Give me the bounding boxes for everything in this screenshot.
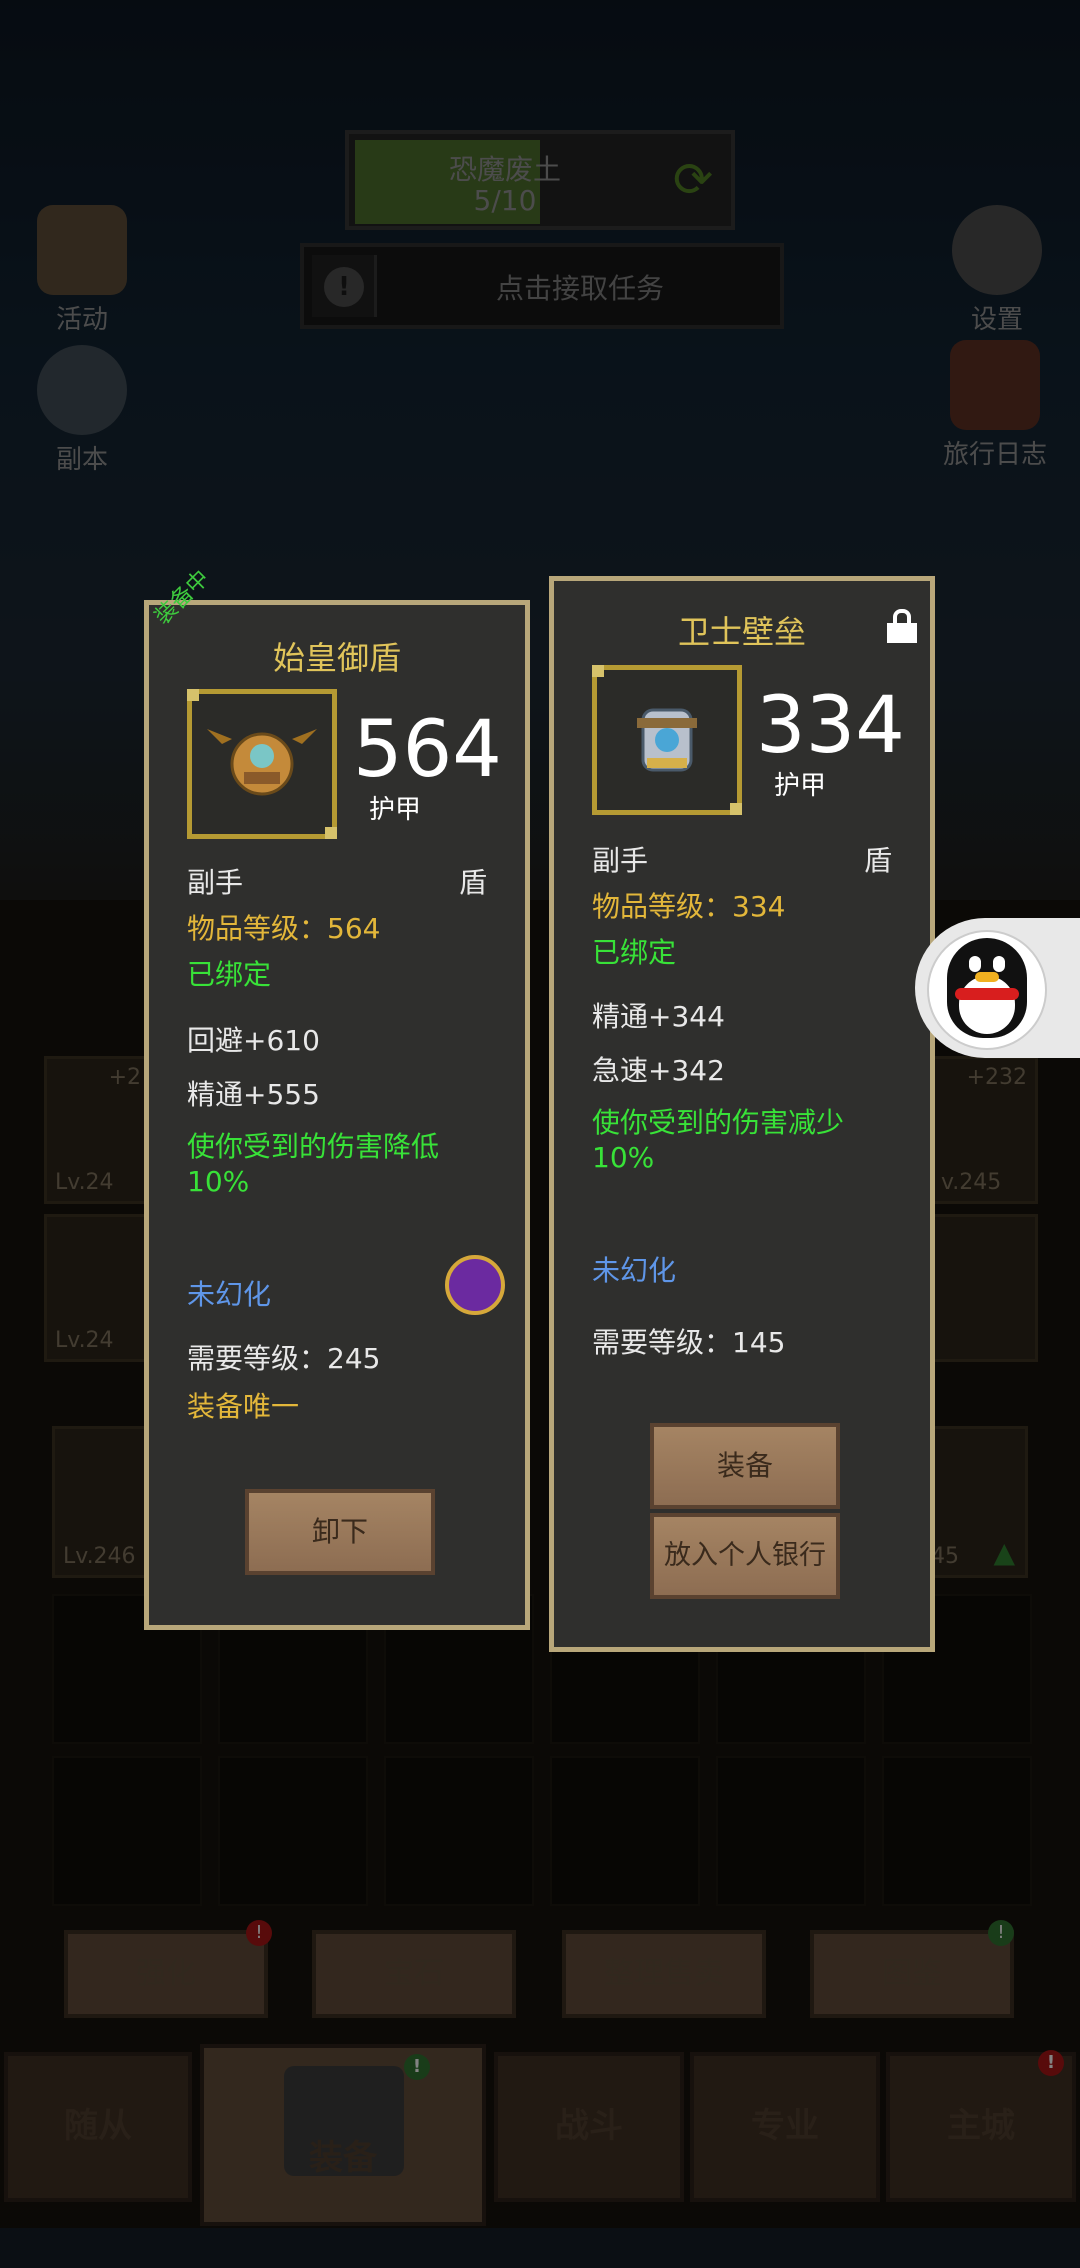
slot-label: 副手 <box>592 844 649 877</box>
transmog-icon[interactable] <box>445 1255 505 1315</box>
type-label: 盾 <box>458 866 487 899</box>
effect-line: 10% <box>187 1165 250 1198</box>
stat-line: 回避+610 <box>187 1024 320 1057</box>
equip-label: 装备 <box>716 1449 773 1482</box>
equip-button[interactable]: 装备 <box>650 1423 840 1509</box>
bank-label: 放入个人银行 <box>664 1540 826 1571</box>
compare-item-card: 卫士壁垒 334 护甲 副手 盾 物品等级：334 已绑定 精通+344 急速+… <box>549 576 935 1652</box>
required-level: 需要等级：145 <box>592 1326 786 1359</box>
slot-label: 副手 <box>187 866 244 899</box>
compare-item-title: 卫士壁垒 <box>677 613 806 651</box>
unique-label: 装备唯一 <box>187 1390 300 1423</box>
transmog-status: 未幻化 <box>187 1278 272 1311</box>
armor-label: 护甲 <box>774 771 827 801</box>
stat-line: 急速+342 <box>592 1054 725 1087</box>
item-level: 物品等级：564 <box>187 912 381 945</box>
equipped-item-title: 始皇御盾 <box>272 639 401 677</box>
bound-status: 已绑定 <box>592 936 677 969</box>
armor-label: 护甲 <box>369 795 422 825</box>
unequip-label: 卸下 <box>311 1515 368 1548</box>
stat-line: 精通+344 <box>592 1000 725 1033</box>
type-label: 盾 <box>863 844 892 877</box>
effect-line: 使你受到的伤害减少 <box>592 1106 845 1139</box>
effect-line: 使你受到的伤害降低 <box>187 1130 440 1163</box>
shield-icon <box>637 708 697 772</box>
armor-value: 564 <box>353 705 502 795</box>
effect-line: 10% <box>592 1141 655 1174</box>
bank-button[interactable]: 放入个人银行 <box>650 1513 840 1599</box>
item-level: 物品等级：334 <box>592 890 786 923</box>
bound-status: 已绑定 <box>187 958 272 991</box>
equipped-item-card: 始皇御盾 564 护甲 副手 盾 物品等级：564 已绑定 回避+610 精通+… <box>144 600 530 1630</box>
lock-icon[interactable] <box>887 609 917 643</box>
qq-float-button[interactable] <box>915 918 1080 1058</box>
unequip-button[interactable]: 卸下 <box>245 1489 435 1575</box>
qq-penguin-icon <box>927 930 1047 1050</box>
equipped-item-frame <box>187 689 337 839</box>
armor-value: 334 <box>756 681 905 771</box>
required-level: 需要等级：245 <box>187 1342 381 1375</box>
compare-item-frame <box>592 665 742 815</box>
stat-line: 精通+555 <box>187 1078 320 1111</box>
shield-icon <box>207 729 317 796</box>
transmog-status: 未幻化 <box>592 1254 677 1287</box>
